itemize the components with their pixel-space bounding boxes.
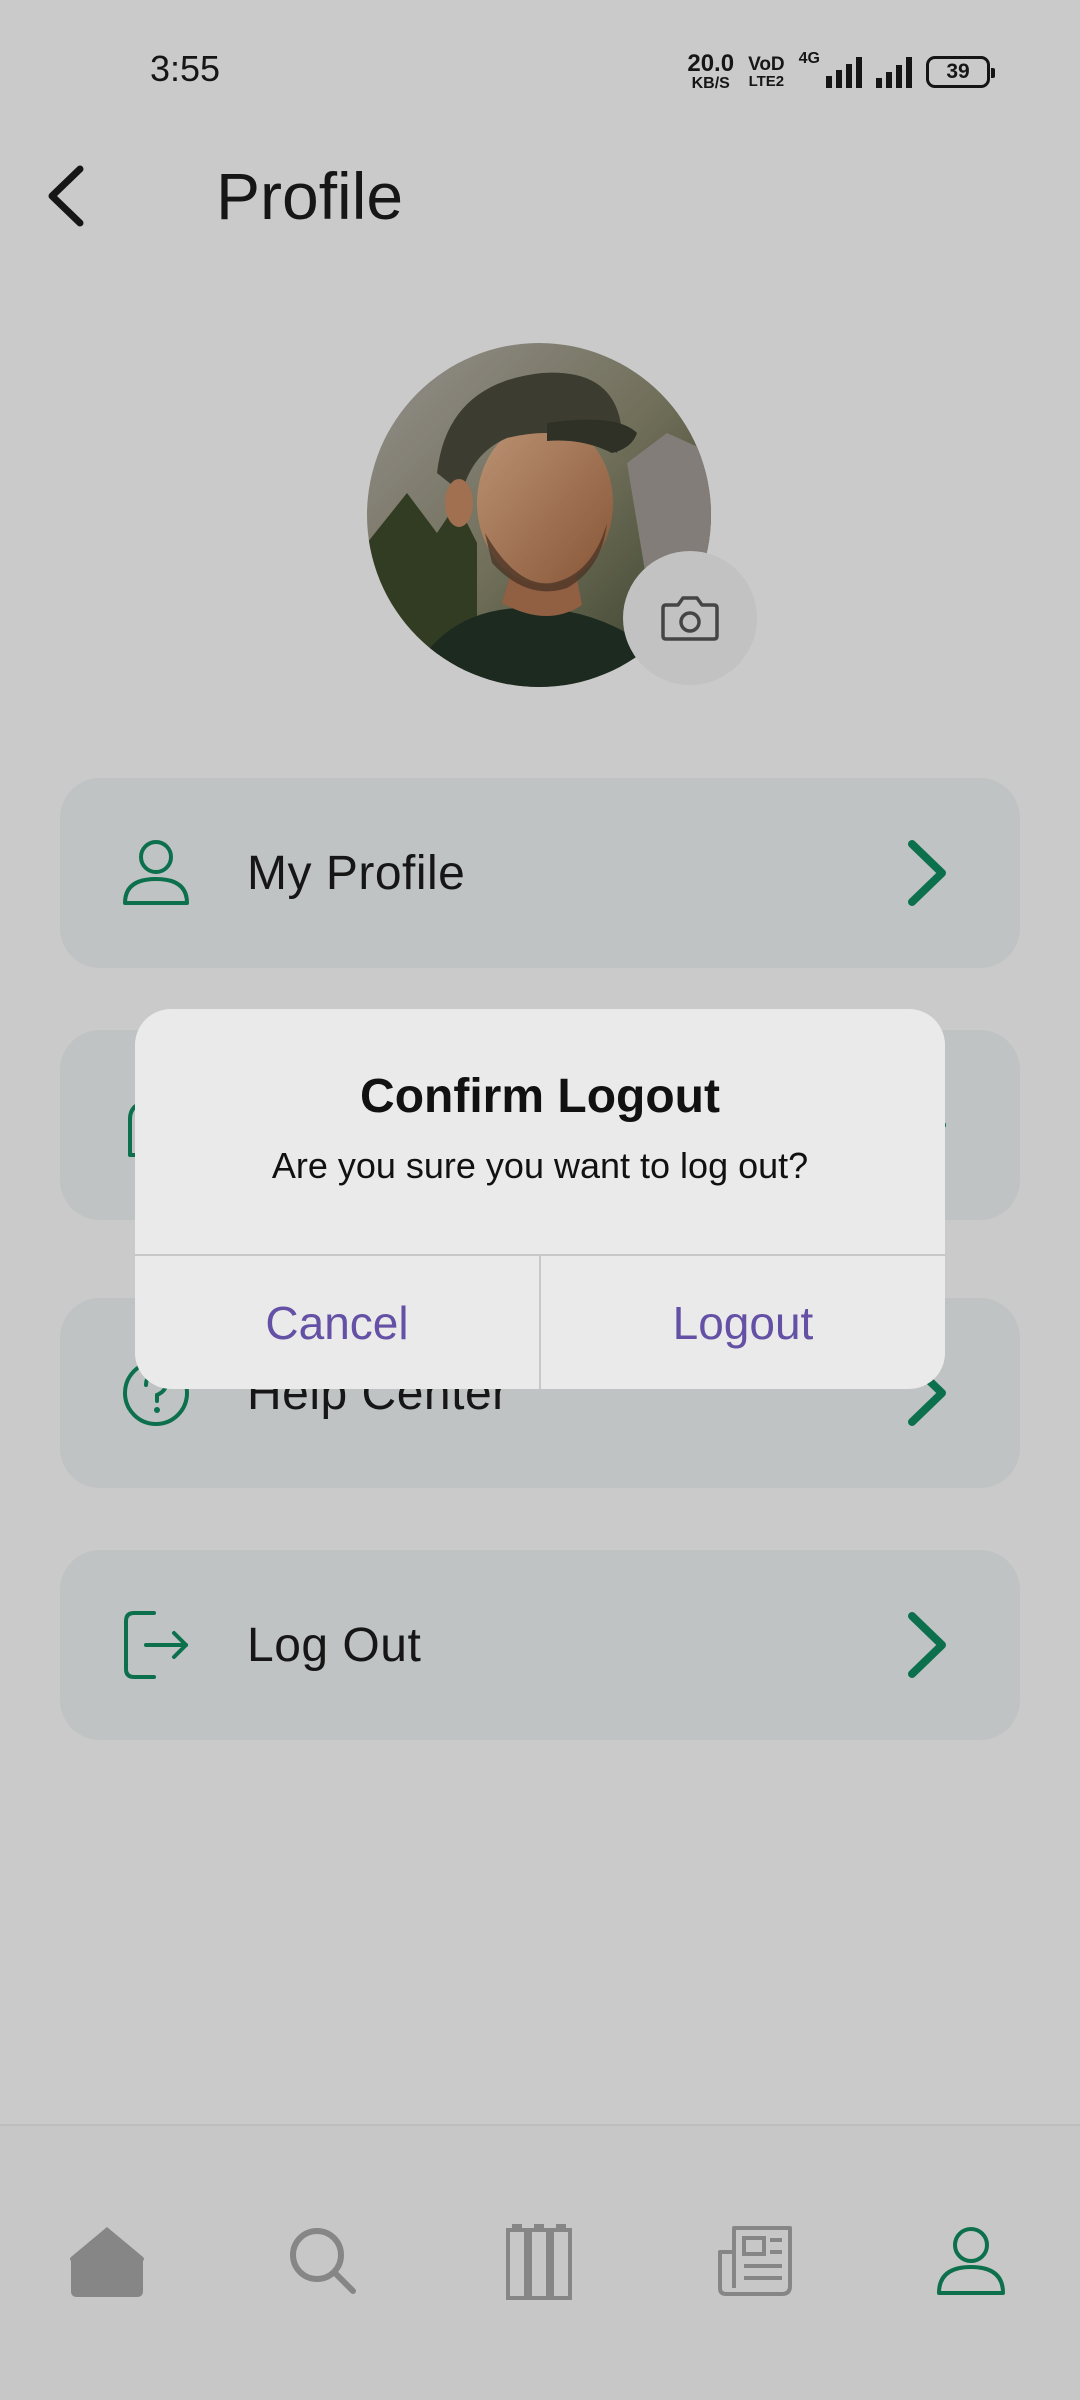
dialog-message: Are you sure you want to log out?	[271, 1145, 809, 1186]
profile-screen: 3:55 20.0 KB/S VoD LTE2 4G 39 Profile My…	[0, 0, 1080, 2400]
confirm-logout-dialog: Confirm Logout Are you sure you want to …	[135, 1009, 945, 1389]
logout-button[interactable]: Logout	[541, 1256, 945, 1389]
cancel-button[interactable]: Cancel	[135, 1256, 539, 1389]
dialog-title: Confirm Logout	[360, 1070, 720, 1123]
